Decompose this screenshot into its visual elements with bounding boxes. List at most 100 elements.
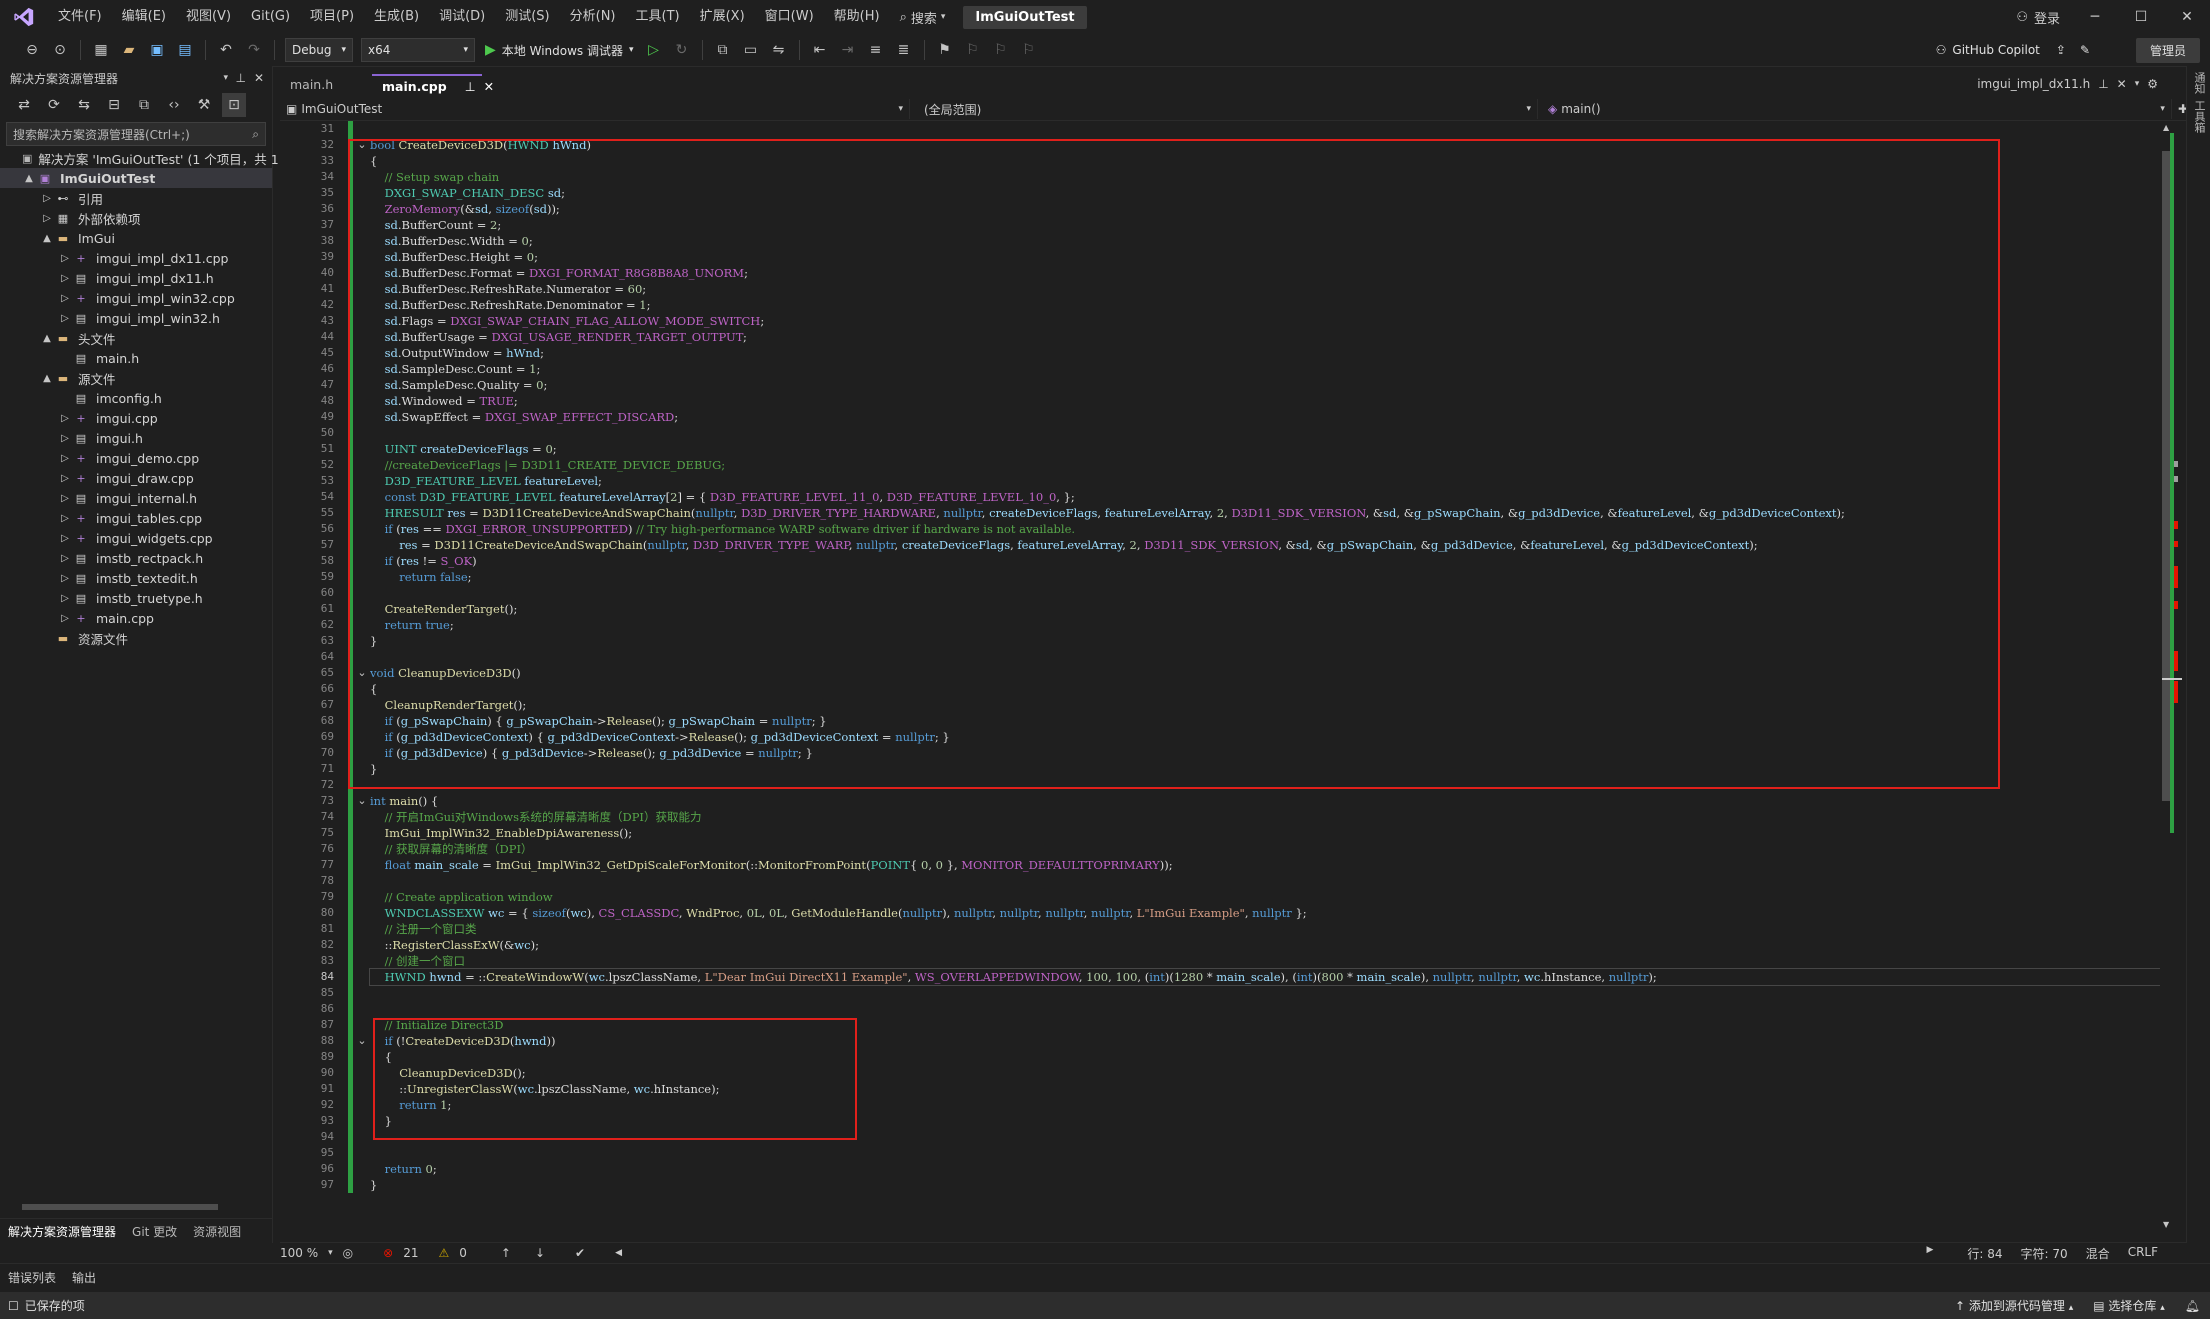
tree-item[interactable]: ▷ + imgui.cpp <box>0 408 272 428</box>
code-line[interactable]: // 创建一个窗口 <box>370 953 2160 969</box>
code-line[interactable]: // 注册一个窗口类 <box>370 921 2160 937</box>
menu-item[interactable]: 编辑(E) <box>112 0 176 34</box>
menu-item[interactable]: 调试(D) <box>429 0 495 34</box>
code-line[interactable]: sd.BufferDesc.RefreshRate.Denominator = … <box>370 297 2160 313</box>
collapsed-arrow-icon[interactable]: ▷ <box>58 553 72 564</box>
pin-icon[interactable]: ⊥ <box>2098 77 2108 91</box>
notifications-icon[interactable]: 🔔︎ <box>2185 1299 2200 1313</box>
collapse-all-icon[interactable]: ⊟ <box>102 93 126 117</box>
code-line[interactable]: // Setup swap chain <box>370 169 2160 185</box>
tree-item[interactable]: ▣ 解决方案 'ImGuiOutTest' (1 个项目，共 1 <box>0 148 279 168</box>
step-icon[interactable]: ⇋ <box>767 38 791 62</box>
collapsed-arrow-icon[interactable]: ▷ <box>58 593 72 604</box>
scrollbar-thumb[interactable] <box>2162 151 2170 801</box>
tree-item[interactable]: ▷ + imgui_impl_win32.cpp <box>0 288 272 308</box>
panel-tab[interactable]: 解决方案资源管理器 <box>0 1223 124 1240</box>
expanded-arrow-icon[interactable]: ▲ <box>40 333 54 344</box>
collapsed-arrow-icon[interactable]: ▷ <box>58 473 72 484</box>
project-select[interactable]: ▣ ImGuiOutTest ▾ <box>280 99 910 119</box>
close-icon[interactable]: ✕ <box>484 79 494 94</box>
outdent-icon[interactable]: ⇥ <box>836 38 860 62</box>
code-line[interactable]: sd.OutputWindow = hWnd; <box>370 345 2160 361</box>
collapsed-arrow-icon[interactable]: ▷ <box>58 573 72 584</box>
undo-icon[interactable]: ↶ <box>214 38 238 62</box>
code-line[interactable]: return 0; <box>370 1161 2160 1177</box>
code-line[interactable]: return true; <box>370 617 2160 633</box>
code-line[interactable]: sd.BufferCount = 2; <box>370 217 2160 233</box>
code-line[interactable]: sd.SampleDesc.Count = 1; <box>370 361 2160 377</box>
code-line[interactable] <box>370 121 2160 137</box>
menu-item[interactable]: 窗口(W) <box>755 0 824 34</box>
uncomment-icon[interactable]: ≣ <box>892 38 916 62</box>
error-count[interactable]: 21 <box>403 1246 418 1260</box>
code-line[interactable]: HRESULT res = D3D11CreateDeviceAndSwapCh… <box>370 505 2160 521</box>
solution-explorer-search-input[interactable]: 搜索解决方案资源管理器(Ctrl+;) ⌕ <box>6 122 266 146</box>
gear-icon[interactable]: ⚙ <box>2147 77 2158 91</box>
code-line[interactable]: return false; <box>370 569 2160 585</box>
tree-item[interactable]: ▷ ▤ imstb_textedit.h <box>0 568 272 588</box>
char-indicator[interactable]: 字符: 70 <box>2021 1245 2068 1262</box>
collapsed-arrow-icon[interactable]: ▷ <box>58 273 72 284</box>
tree-item[interactable]: ▷ ▤ imstb_rectpack.h <box>0 548 272 568</box>
prev-bookmark-icon[interactable]: ⚐ <box>961 38 985 62</box>
collapsed-arrow-icon[interactable]: ▷ <box>58 293 72 304</box>
code-line[interactable]: WNDCLASSEXW wc = { sizeof(wc), CS_CLASSD… <box>370 905 2160 921</box>
code-line[interactable]: ::UnregisterClassW(wc.lpszClassName, wc.… <box>370 1081 2160 1097</box>
side-tool-tab[interactable]: 工具箱 <box>2191 100 2207 133</box>
start-debugging-button[interactable]: ▶ 本地 Windows 调试器 ▾ <box>479 42 640 59</box>
code-line[interactable]: { <box>370 153 2160 169</box>
tree-item[interactable]: ▤ main.h <box>0 348 272 368</box>
zoom-level[interactable]: 100 % <box>280 1246 318 1260</box>
collapsed-arrow-icon[interactable]: ▷ <box>58 613 72 624</box>
menu-item[interactable]: 分析(N) <box>560 0 626 34</box>
code-line[interactable]: sd.Windowed = TRUE; <box>370 393 2160 409</box>
tree-item[interactable]: ▷ + main.cpp <box>0 608 272 628</box>
pin-icon[interactable]: ⊥ <box>465 79 476 94</box>
horizontal-scrollbar[interactable] <box>8 1201 264 1213</box>
output-tab[interactable]: 输出 <box>64 1269 104 1286</box>
code-line[interactable]: bool CreateDeviceD3D(HWND hWnd) <box>370 137 2160 153</box>
arrow-up-icon[interactable]: ↑ <box>501 1246 511 1260</box>
scope-select[interactable]: (全局范围) ▾ <box>910 99 1538 119</box>
tree-item[interactable]: ▲ ▬ 头文件 <box>0 328 272 348</box>
expanded-arrow-icon[interactable]: ▲ <box>40 233 54 244</box>
layout-icon[interactable]: ▭ <box>739 38 763 62</box>
code-line[interactable]: ZeroMemory(&sd, sizeof(sd)); <box>370 201 2160 217</box>
member-select[interactable]: ◈ main() ▾ <box>1538 99 2172 119</box>
properties-icon[interactable]: ⚒ <box>192 93 216 117</box>
tree-item[interactable]: ▷ ▤ imgui_impl_dx11.h <box>0 268 272 288</box>
collapsed-arrow-icon[interactable]: ▷ <box>58 493 72 504</box>
indent-icon[interactable]: ⇤ <box>808 38 832 62</box>
arrow-down-icon[interactable]: ↓ <box>535 1246 545 1260</box>
menu-item[interactable]: 视图(V) <box>176 0 241 34</box>
collapsed-arrow-icon[interactable]: ▷ <box>40 213 54 224</box>
tree-item[interactable]: ▲ ▣ ImGuiOutTest <box>0 168 272 188</box>
code-line[interactable]: CleanupRenderTarget(); <box>370 697 2160 713</box>
collapsed-arrow-icon[interactable]: ▷ <box>58 513 72 524</box>
expanded-arrow-icon[interactable]: ▲ <box>40 373 54 384</box>
tree-item[interactable]: ▷ + imgui_impl_dx11.cpp <box>0 248 272 268</box>
close-icon[interactable]: ✕ <box>254 71 264 85</box>
document-tab[interactable]: main.h <box>280 74 370 94</box>
platform-select[interactable]: x64 ▾ <box>361 38 475 62</box>
code-line[interactable]: } <box>370 761 2160 777</box>
scroll-up-icon[interactable]: ▲ <box>2163 123 2169 132</box>
code-line[interactable]: sd.BufferDesc.Width = 0; <box>370 233 2160 249</box>
tree-item[interactable]: ▷ ▤ imgui_internal.h <box>0 488 272 508</box>
tree-item[interactable]: ▷ + imgui_draw.cpp <box>0 468 272 488</box>
fold-toggle-icon[interactable]: ⌄ <box>356 1033 368 1049</box>
code-line[interactable]: if (res != S_OK) <box>370 553 2160 569</box>
code-line[interactable]: res = D3D11CreateDeviceAndSwapChain(null… <box>370 537 2160 553</box>
code-line[interactable]: if (res == DXGI_ERROR_UNSUPPORTED) // Tr… <box>370 521 2160 537</box>
panel-tab[interactable]: Git 更改 <box>124 1223 185 1240</box>
collapsed-arrow-icon[interactable]: ▷ <box>58 533 72 544</box>
collapsed-arrow-icon[interactable]: ▷ <box>40 193 54 204</box>
code-line[interactable]: // 获取屏幕的清晰度（DPI） <box>370 841 2160 857</box>
bookmark-icon[interactable]: ⚑ <box>933 38 957 62</box>
code-line[interactable]: { <box>370 1049 2160 1065</box>
tree-item[interactable]: ▷ ▦ 外部依赖项 <box>0 208 272 228</box>
code-line[interactable]: if (g_pSwapChain) { g_pSwapChain->Releas… <box>370 713 2160 729</box>
open-folder-icon[interactable]: ▰ <box>117 38 141 62</box>
code-line[interactable]: // Create application window <box>370 889 2160 905</box>
code-line[interactable]: CleanupDeviceD3D(); <box>370 1065 2160 1081</box>
